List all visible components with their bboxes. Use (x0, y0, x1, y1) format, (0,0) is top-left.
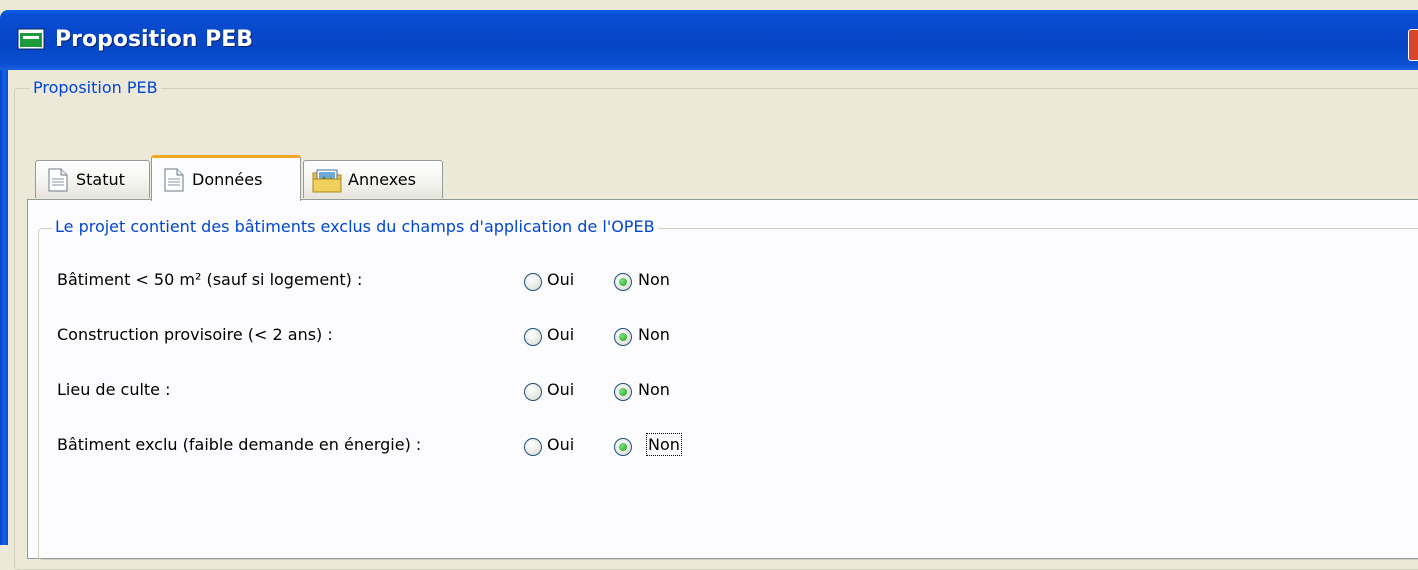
tab-label: Données (192, 170, 263, 189)
radio-non-small-building[interactable] (614, 273, 632, 291)
outer-group-legend: Proposition PEB (30, 78, 161, 97)
question-label-temporary-construction: Construction provisoire (< 2 ans) : (57, 325, 333, 344)
tab-label: Statut (76, 170, 125, 189)
folder-picture-icon (312, 169, 342, 192)
document-icon (164, 168, 184, 191)
title-bar[interactable]: Proposition PEB (0, 10, 1418, 70)
window-app-icon (17, 28, 45, 50)
question-label-place-of-worship: Lieu de culte : (57, 380, 171, 399)
radio-oui-label[interactable]: Oui (547, 270, 574, 289)
tab-statut[interactable]: Statut (35, 160, 150, 198)
radio-oui-label[interactable]: Oui (547, 325, 574, 344)
radio-non-place-of-worship[interactable] (614, 383, 632, 401)
exclusion-group-legend: Le projet contient des bâtiments exclus … (52, 217, 658, 236)
window-frame-left (0, 70, 8, 545)
document-icon (48, 168, 68, 191)
radio-non-label[interactable]: Non (646, 433, 682, 456)
radio-oui-label[interactable]: Oui (547, 380, 574, 399)
tab-label: Annexes (348, 170, 416, 189)
radio-oui-low-energy-building[interactable] (524, 438, 542, 456)
radio-non-label[interactable]: Non (638, 325, 670, 344)
window-title: Proposition PEB (55, 27, 253, 52)
radio-non-temporary-construction[interactable] (614, 328, 632, 346)
question-label-low-energy-building: Bâtiment exclu (faible demande en énergi… (57, 435, 422, 454)
radio-non-label[interactable]: Non (638, 380, 670, 399)
background-window-strip (0, 0, 1418, 10)
radio-non-low-energy-building[interactable] (614, 438, 632, 456)
radio-oui-temporary-construction[interactable] (524, 328, 542, 346)
question-label-small-building: Bâtiment < 50 m² (sauf si logement) : (57, 270, 363, 289)
tab-donnees[interactable]: Données (151, 155, 301, 201)
radio-oui-place-of-worship[interactable] (524, 383, 542, 401)
radio-oui-label[interactable]: Oui (547, 435, 574, 454)
close-button[interactable] (1408, 29, 1418, 61)
radio-non-label[interactable]: Non (638, 270, 670, 289)
radio-oui-small-building[interactable] (524, 273, 542, 291)
tab-annexes[interactable]: Annexes (303, 160, 443, 198)
